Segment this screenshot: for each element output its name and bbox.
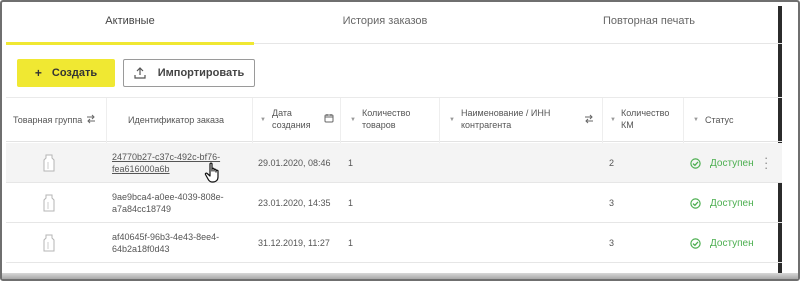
- tab-active-label: Активные: [105, 15, 155, 27]
- column-goods-count[interactable]: ▼ Количество товаров: [341, 98, 440, 143]
- check-circle-icon: [690, 157, 701, 169]
- sort-arrow-icon: ▼: [610, 117, 616, 123]
- order-id-line-1: af40645f-96b3-4e43-8ee4-: [112, 232, 220, 242]
- order-id-line-2: fea616000a6b: [112, 164, 170, 174]
- status-badge: Доступен: [690, 223, 770, 263]
- km-count: 3: [609, 238, 615, 248]
- product-icon: [43, 143, 63, 183]
- swap-icon[interactable]: [584, 114, 594, 124]
- column-km-count-label-2: КМ: [621, 120, 634, 130]
- status-text: Доступен: [710, 197, 754, 209]
- goods-count: 1: [348, 198, 354, 208]
- status-text: Доступен: [710, 237, 754, 249]
- sort-arrow-icon: ▼: [693, 117, 699, 123]
- import-button-label: Импортировать: [157, 67, 245, 79]
- column-km-count-label-1: Количество: [621, 108, 670, 118]
- column-status-label: Статус: [705, 115, 734, 125]
- km-count: 3: [609, 198, 615, 208]
- order-id-line-1: 9ae9bca4-a0ee-4039-808e-: [112, 192, 224, 202]
- table-row[interactable]: af40645f-96b3-4e43-8ee4- 64b2a18f0d43 31…: [6, 223, 782, 263]
- orders-panel: Активные История заказов Повторная печат…: [6, 6, 782, 277]
- sort-arrow-icon: ▼: [260, 117, 266, 123]
- app-frame: Активные История заказов Повторная печат…: [0, 0, 800, 281]
- column-created-label-2: создания: [272, 120, 311, 130]
- upload-icon: [134, 67, 146, 79]
- import-button[interactable]: Импортировать: [123, 59, 255, 87]
- column-created-label-1: Дата: [272, 108, 292, 118]
- column-counterparty[interactable]: ▼ Наименование / ИНН контрагента: [440, 98, 603, 143]
- order-id: 9ae9bca4-a0ee-4039-808e- a7a84cc18749: [112, 191, 224, 215]
- tab-order-history[interactable]: История заказов: [254, 6, 516, 44]
- counterparty: [446, 223, 596, 263]
- table-row[interactable]: 24770b27-c37c-492c-bf76- fea616000a6b 29…: [6, 143, 782, 183]
- column-goods-count-label-1: Количество: [362, 108, 411, 118]
- product-icon: [43, 223, 63, 263]
- column-created[interactable]: ▼ Дата создания: [253, 98, 341, 143]
- column-counterparty-label-2: контрагента: [461, 120, 512, 130]
- sort-arrow-icon: ▼: [350, 117, 356, 123]
- frame-shadow: [2, 273, 798, 279]
- tab-active[interactable]: Активные: [6, 6, 254, 45]
- status-text: Доступен: [710, 157, 754, 169]
- order-id-line-1: 24770b27-c37c-492c-bf76-: [112, 152, 221, 162]
- check-circle-icon: [690, 237, 701, 249]
- tab-reprint-label: Повторная печать: [602, 15, 696, 27]
- order-id-line-2: 64b2a18f0d43: [112, 244, 170, 254]
- tab-reprint[interactable]: Повторная печать: [516, 6, 782, 44]
- counterparty: [446, 143, 596, 183]
- product-icon: [43, 183, 63, 223]
- calendar-icon[interactable]: [324, 113, 334, 123]
- column-order-id[interactable]: Идентификатор заказа: [107, 98, 253, 143]
- column-product-group[interactable]: Товарная группа: [6, 98, 107, 143]
- tab-bar: Активные История заказов Повторная печат…: [6, 6, 782, 45]
- table-row[interactable]: 9ae9bca4-a0ee-4039-808e- a7a84cc18749 23…: [6, 183, 782, 223]
- column-status[interactable]: ▼ Статус: [684, 98, 782, 143]
- column-product-group-label: Товарная группа: [13, 115, 83, 125]
- column-counterparty-label-1: Наименование / ИНН: [461, 108, 551, 118]
- plus-icon: +: [34, 66, 42, 80]
- column-km-count[interactable]: ▼ Количество КМ: [603, 98, 684, 143]
- active-tab-underline: [6, 42, 254, 45]
- counterparty: [446, 183, 596, 223]
- column-order-id-label: Идентификатор заказа: [128, 115, 225, 125]
- hand-cursor-icon: [204, 162, 219, 183]
- sort-arrow-icon: ▼: [449, 117, 455, 123]
- created-date: 29.01.2020, 08:46: [258, 158, 331, 168]
- more-options-icon[interactable]: · · ·: [764, 151, 768, 174]
- column-goods-count-label-2: товаров: [362, 120, 396, 130]
- created-date: 31.12.2019, 11:27: [258, 238, 330, 248]
- create-button-label: Создать: [51, 67, 98, 79]
- created-date: 23.01.2020, 14:35: [258, 198, 331, 208]
- status-badge: Доступен: [690, 143, 770, 183]
- order-id: af40645f-96b3-4e43-8ee4- 64b2a18f0d43: [112, 231, 219, 255]
- check-circle-icon: [690, 197, 701, 209]
- goods-count: 1: [348, 158, 354, 168]
- status-badge: Доступен: [690, 183, 770, 223]
- create-button[interactable]: + Создать: [17, 59, 115, 87]
- km-count: 2: [609, 158, 615, 168]
- swap-icon[interactable]: [86, 114, 96, 124]
- tab-order-history-label: История заказов: [342, 15, 428, 27]
- goods-count: 1: [348, 238, 354, 248]
- table-header: Товарная группа Идентификатор заказа ▼ Д…: [6, 97, 782, 143]
- order-id-line-2: a7a84cc18749: [112, 204, 172, 214]
